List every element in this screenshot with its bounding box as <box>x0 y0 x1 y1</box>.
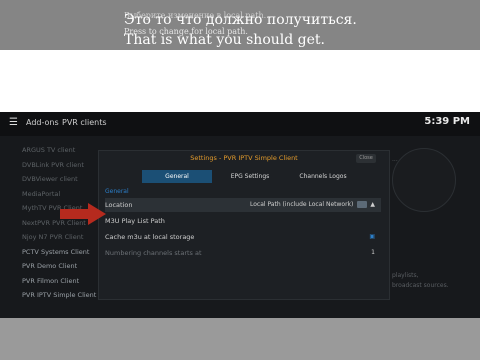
list-item[interactable]: Njoy N7 PVR Client <box>22 233 108 248</box>
top-bar: ☰ Add-ons PVR clients 5:39 PM <box>0 112 480 136</box>
tab-channels-logos[interactable]: Channels Logos <box>288 170 358 183</box>
clock: 5:39 PM <box>424 116 470 127</box>
settings-dialog: Settings - PVR IPTV Simple Client Close … <box>98 150 390 300</box>
tab-general[interactable]: General <box>142 170 212 183</box>
dialog-title: Settings - PVR IPTV Simple Client <box>190 154 298 162</box>
location-setting[interactable]: Location Local Path (include Local Netwo… <box>105 198 381 212</box>
close-button[interactable]: Close <box>356 154 376 163</box>
red-arrow-icon <box>60 203 106 225</box>
addon-info-text: playlists, <box>392 272 419 279</box>
addon-info-text: ... <box>392 156 398 163</box>
m3u-path-setting[interactable]: M3U Play List Path <box>105 214 381 228</box>
list-item[interactable]: PVR IPTV Simple Client <box>22 291 108 306</box>
addon-logo <box>392 148 456 212</box>
chevron-down-icon[interactable] <box>357 201 368 208</box>
checkbox-icon[interactable]: ▣ <box>369 230 375 244</box>
addon-list: ARGUS TV client DVBLink PVR client DVBVi… <box>22 146 108 316</box>
list-item[interactable]: PVR Filmon Client <box>22 277 108 292</box>
list-item[interactable]: DVBViewer client <box>22 175 108 190</box>
list-item[interactable]: DVBLink PVR client <box>22 161 108 176</box>
cache-label: Cache m3u at local storage <box>105 233 195 241</box>
caption-russian: Это то что должно получиться. <box>124 12 357 28</box>
addon-info-text: broadcast sources. <box>392 282 449 289</box>
list-item[interactable]: PCTV Systems Client <box>22 248 108 263</box>
caption-english: That is what you should get. <box>124 32 325 48</box>
location-value[interactable]: Local Path (include Local Network) ▲ <box>250 198 375 212</box>
breadcrumb-addons[interactable]: Add-ons <box>26 118 59 127</box>
numbering-label: Numbering channels starts at <box>105 249 202 257</box>
kodi-screenshot: ☰ Add-ons PVR clients 5:39 PM ARGUS TV c… <box>0 112 480 318</box>
chevron-up-icon[interactable]: ▲ <box>370 201 375 208</box>
breadcrumb-pvr-clients[interactable]: PVR clients <box>62 118 107 127</box>
numbering-value: 1 <box>371 249 375 256</box>
list-item[interactable]: ARGUS TV client <box>22 146 108 161</box>
location-label: Location <box>105 201 133 209</box>
cache-setting[interactable]: Cache m3u at local storage ▣ <box>105 230 381 244</box>
section-label: General <box>105 188 129 195</box>
list-item[interactable]: MediaPortal <box>22 190 108 205</box>
list-item[interactable]: PVR Demo Client <box>22 262 108 277</box>
bottom-area <box>0 318 480 360</box>
numbering-setting[interactable]: Numbering channels starts at 1 <box>105 246 381 260</box>
tab-epg-settings[interactable]: EPG Settings <box>215 170 285 183</box>
m3u-label: M3U Play List Path <box>105 217 165 225</box>
blank-area <box>0 50 480 112</box>
home-icon[interactable]: ☰ <box>9 118 19 128</box>
